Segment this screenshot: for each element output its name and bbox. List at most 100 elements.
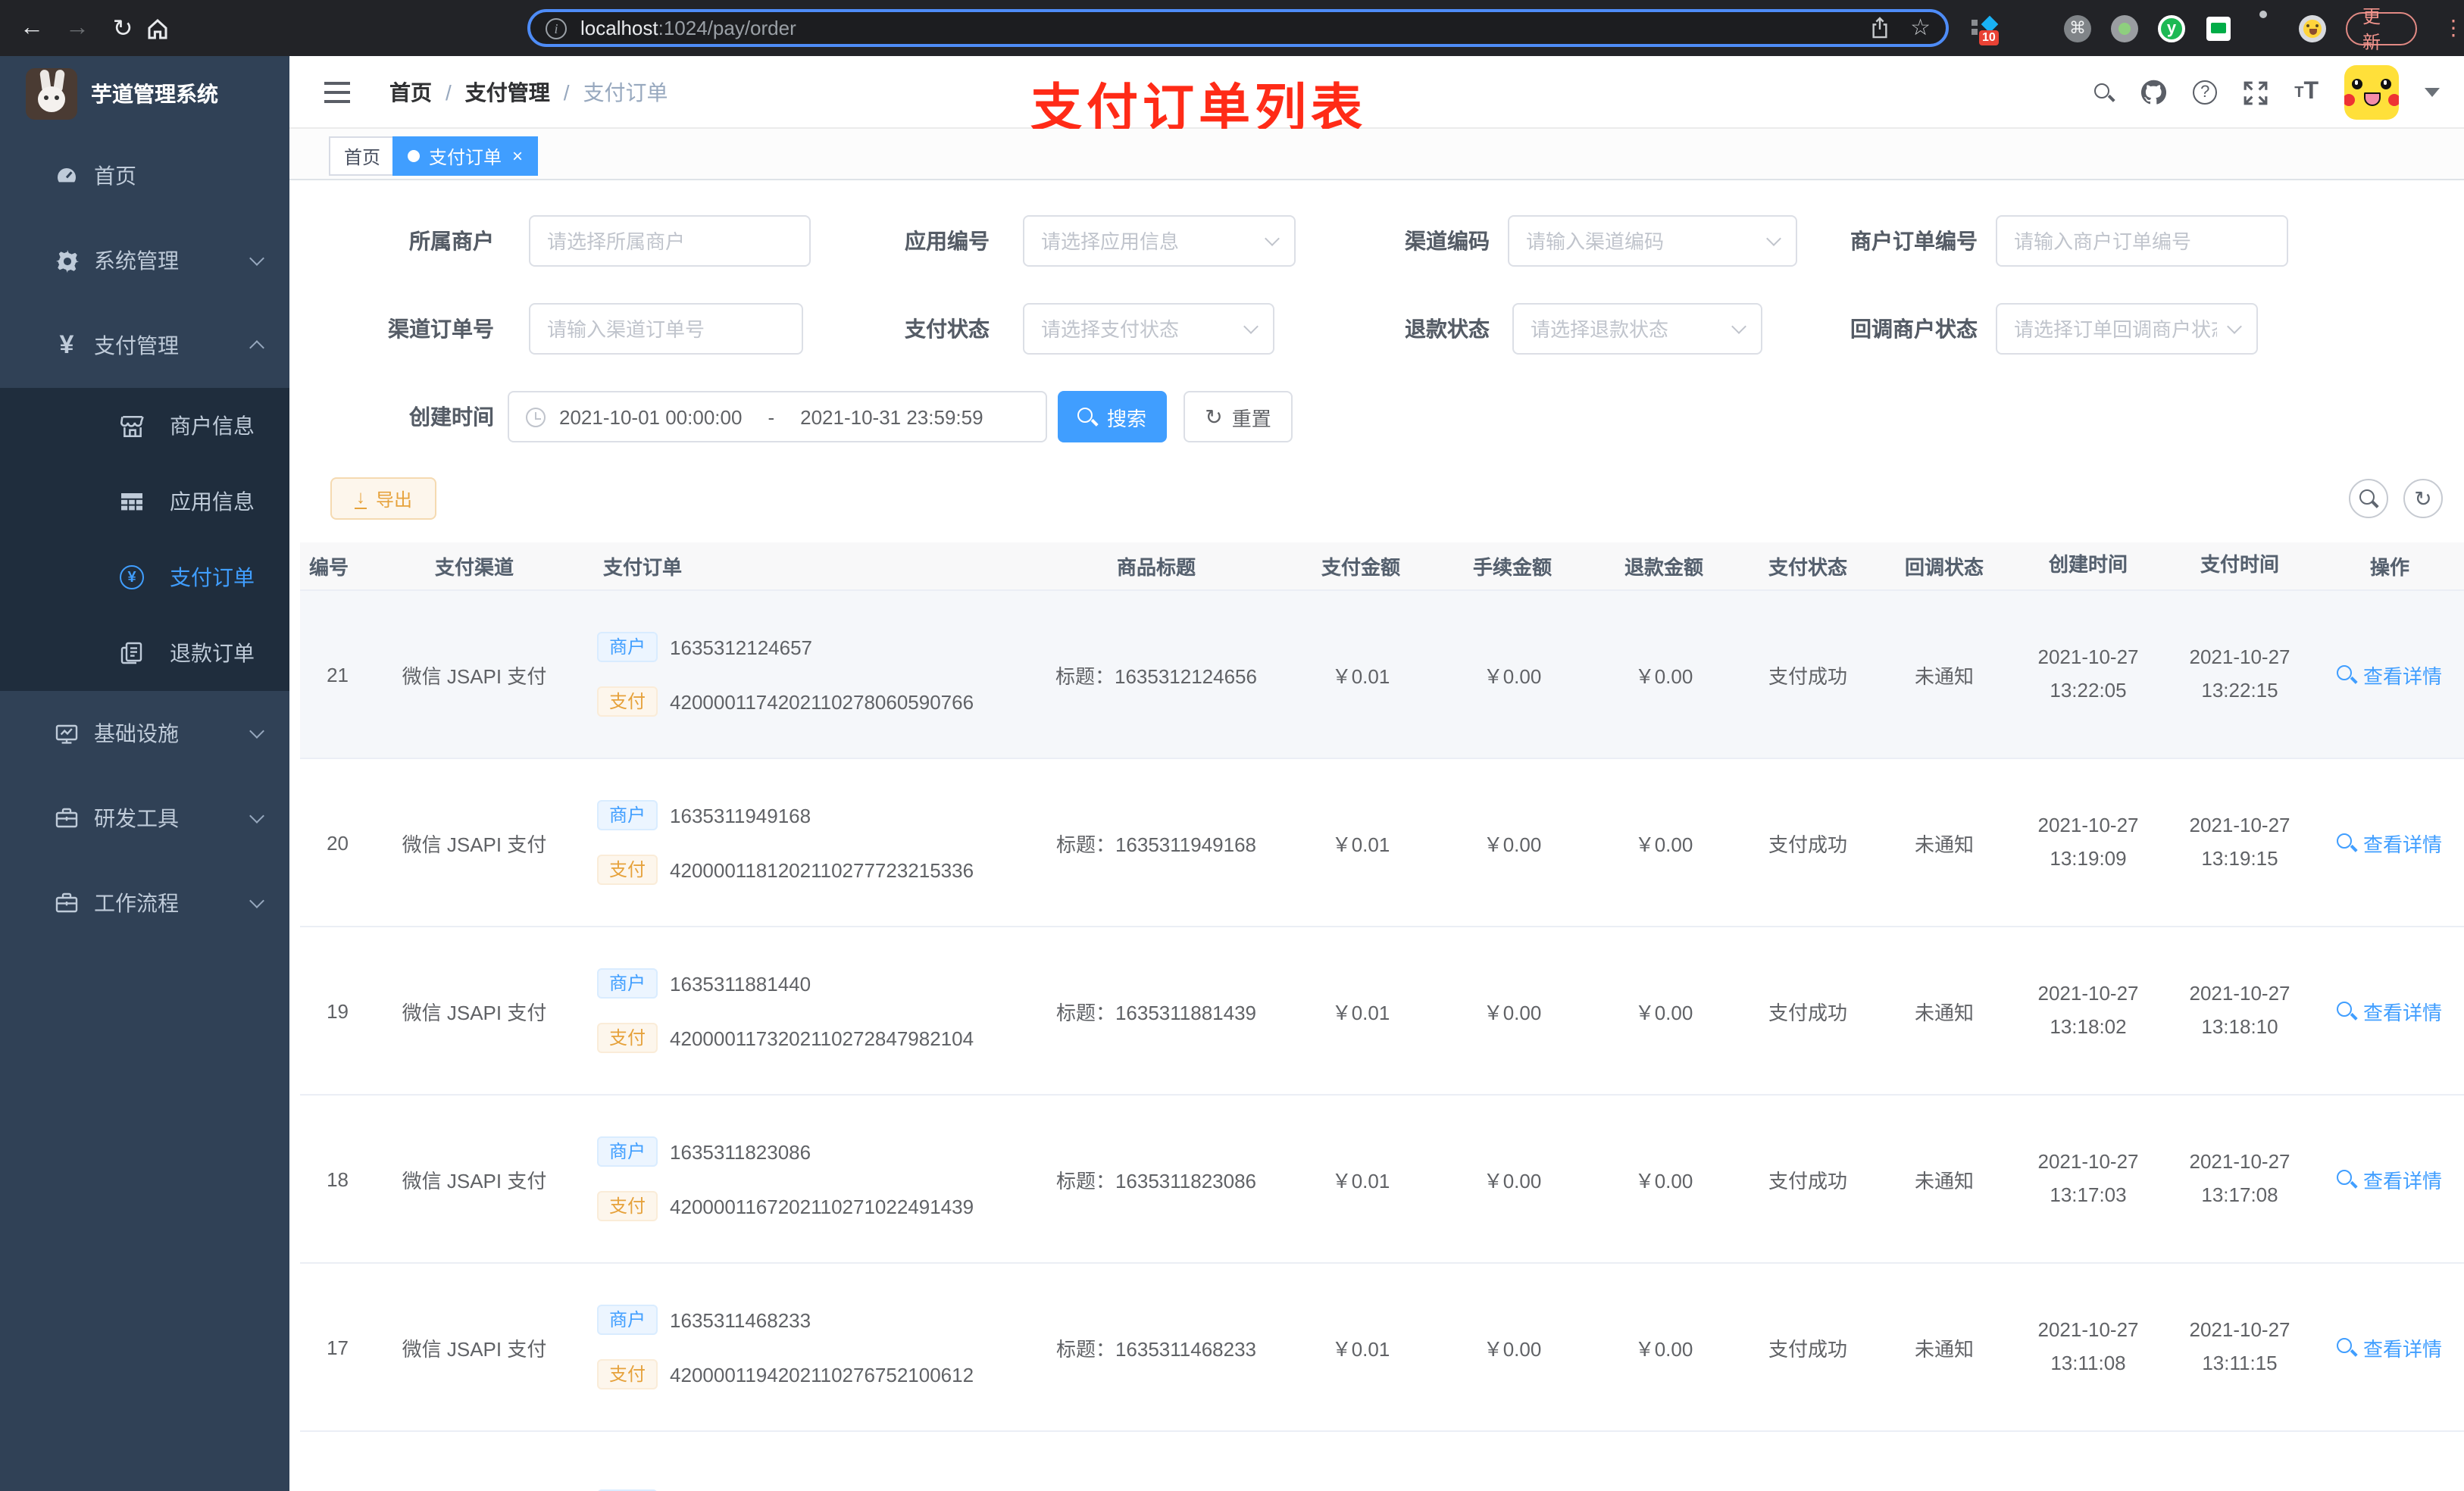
sidebar-item-label: 商户信息	[170, 414, 255, 438]
breadcrumb-separator: /	[446, 80, 452, 105]
merchant-tag: 商户	[597, 1136, 658, 1167]
avatar-caret-icon[interactable]	[2425, 88, 2440, 97]
sidebar-item-app-info[interactable]: 应用信息	[0, 464, 289, 539]
extension-gem-icon[interactable]	[2017, 14, 2044, 42]
merchant-select[interactable]	[529, 215, 811, 267]
app: 芋道管理系统 首页 系统管理 ¥ 支付管理 商户信息 应用信息 ¥ 支付订单 退…	[0, 56, 2464, 1491]
back-icon[interactable]: ←	[9, 14, 55, 42]
breadcrumb-home[interactable]: 首页	[389, 77, 432, 108]
callback-status-select[interactable]	[1996, 303, 2258, 355]
tabs-bar: 首页 支付订单 ×	[289, 129, 2464, 180]
merchant-order-no-input[interactable]	[1996, 215, 2288, 267]
pay-order-no: 4200001173202110272847982104	[670, 1027, 974, 1049]
view-detail-link[interactable]: 查看详情	[2337, 1333, 2442, 1361]
show-search-button[interactable]	[2349, 479, 2388, 518]
github-icon[interactable]	[2140, 79, 2167, 106]
pay-status-select[interactable]	[1023, 303, 1274, 355]
merchant-order-no: 1635312124657	[670, 636, 813, 658]
fullscreen-icon[interactable]	[2243, 80, 2269, 105]
view-detail-label: 查看详情	[2362, 664, 2442, 687]
browser-update-button[interactable]: 更新	[2346, 5, 2417, 52]
user-avatar[interactable]	[2344, 65, 2399, 120]
created-date: 2021-10-27	[2037, 813, 2139, 836]
merchant-tag: 商户	[597, 1305, 658, 1335]
tab-active-dot	[408, 150, 420, 162]
extension-grid-icon[interactable]: 10	[1970, 14, 1999, 45]
search-button-label: 搜索	[1106, 407, 1146, 430]
navbar: 首页 / 支付管理 / 支付订单 支付订单列表 ? TT	[289, 56, 2464, 138]
created-time: 13:22:05	[2050, 679, 2127, 702]
sidebar-item-home[interactable]: 首页	[0, 133, 289, 218]
cell-title: 标题：1635311468233	[1055, 1337, 1257, 1360]
date-start: 2021-10-01 00:00:00	[559, 405, 743, 428]
cell-fee: ￥0.00	[1483, 833, 1542, 855]
date-separator: -	[768, 405, 775, 428]
col-header: 创建时间	[2048, 553, 2128, 577]
extensions-puzzle-icon[interactable]	[2252, 14, 2279, 42]
cell-status: 支付成功	[1768, 1001, 1847, 1024]
page: ← → ↻ i localhost:1024/pay/order ☆ 10 ⌘	[0, 0, 2464, 1491]
sidebar-item-system[interactable]: 系统管理	[0, 218, 289, 303]
sidebar-fold-icon[interactable]	[324, 82, 350, 86]
view-detail-link[interactable]: 查看详情	[2337, 828, 2442, 857]
sidebar-item-label: 系统管理	[94, 248, 179, 273]
toolbox-icon	[55, 806, 79, 830]
table-row: 18 微信 JSAPI 支付 商户 1635311823086 支付 4200001…	[300, 1096, 2464, 1264]
cell-paid: 2021-10-27 13:22:15	[2164, 591, 2315, 758]
site-info-icon[interactable]: i	[546, 17, 567, 39]
home-icon[interactable]	[145, 16, 191, 40]
extension-badge: 10	[1979, 30, 1999, 45]
filter-label: 商户订单编号	[1850, 229, 1978, 253]
tab-pay-order[interactable]: 支付订单 ×	[392, 136, 539, 176]
search-icon[interactable]	[2094, 83, 2114, 102]
profile-emoji-icon[interactable]	[2299, 14, 2326, 42]
cell-actions: 查看详情	[2315, 927, 2464, 1094]
font-size-icon[interactable]: TT	[2294, 79, 2319, 106]
cell-created: 2021-10-27 13:22:05	[2012, 591, 2164, 758]
forward-icon[interactable]: →	[55, 14, 100, 42]
search-button[interactable]: 搜索	[1058, 391, 1167, 442]
extension-recorder-icon[interactable]	[2111, 14, 2138, 42]
channel-order-no-input[interactable]	[529, 303, 803, 355]
tab-home[interactable]: 首页	[329, 136, 396, 176]
chevron-down-icon	[249, 893, 264, 908]
help-icon[interactable]: ?	[2193, 80, 2218, 105]
breadcrumb-payment[interactable]: 支付管理	[465, 77, 550, 108]
chevron-down-icon	[249, 724, 264, 739]
refresh-table-button[interactable]: ↻	[2403, 479, 2443, 518]
sidebar-item-workflow[interactable]: 工作流程	[0, 861, 289, 946]
app-title: 芋道管理系统	[91, 82, 218, 106]
view-detail-link[interactable]: 查看详情	[2337, 660, 2442, 689]
logo[interactable]: 芋道管理系统	[0, 56, 289, 132]
cell-order-numbers: 商户 1635311949168 支付 4200001181202110277723…	[588, 759, 1027, 926]
export-button[interactable]: ↓ 导出	[330, 477, 436, 520]
refund-status-select[interactable]	[1512, 303, 1762, 355]
extension-chat-icon[interactable]	[2205, 14, 2232, 42]
sidebar-item-refund-order[interactable]: 退款订单	[0, 615, 289, 691]
cell-refund: ￥0.00	[1634, 833, 1693, 855]
view-detail-link[interactable]: 查看详情	[2337, 996, 2442, 1025]
view-detail-label: 查看详情	[2362, 833, 2442, 855]
channel-code-input[interactable]	[1508, 215, 1797, 267]
tab-close-icon[interactable]: ×	[512, 147, 523, 165]
sidebar-item-dev-tools[interactable]: 研发工具	[0, 776, 289, 861]
table-row: 21 微信 JSAPI 支付 商户 1635312124657 支付 4200001…	[300, 591, 2464, 759]
sidebar-item-pay-order[interactable]: ¥ 支付订单	[0, 539, 289, 615]
extension-command-icon[interactable]: ⌘	[2064, 14, 2091, 42]
sidebar-item-payment[interactable]: ¥ 支付管理	[0, 303, 289, 388]
share-icon[interactable]	[1869, 17, 1889, 39]
sidebar-item-merchant-info[interactable]: 商户信息	[0, 388, 289, 464]
browser-menu-icon[interactable]: ⋮	[2443, 15, 2464, 41]
app-select[interactable]	[1023, 215, 1296, 267]
reload-icon[interactable]: ↻	[100, 13, 145, 43]
sidebar-item-infrastructure[interactable]: 基础设施	[0, 691, 289, 776]
filter-label: 应用编号	[905, 229, 990, 253]
address-bar[interactable]: i localhost:1024/pay/order ☆	[527, 9, 1949, 47]
create-time-range-input[interactable]: 2021-10-01 00:00:00 - 2021-10-31 23:59:5…	[508, 391, 1047, 442]
view-detail-link[interactable]: 查看详情	[2337, 1164, 2442, 1193]
sidebar-item-label: 工作流程	[94, 891, 179, 915]
reset-button[interactable]: ↻ 重置	[1184, 391, 1293, 442]
extension-y-icon[interactable]: y	[2158, 14, 2185, 42]
bookmark-star-icon[interactable]: ☆	[1910, 17, 1931, 39]
table-row: 19 微信 JSAPI 支付 商户 1635311881440 支付 4200001…	[300, 927, 2464, 1096]
